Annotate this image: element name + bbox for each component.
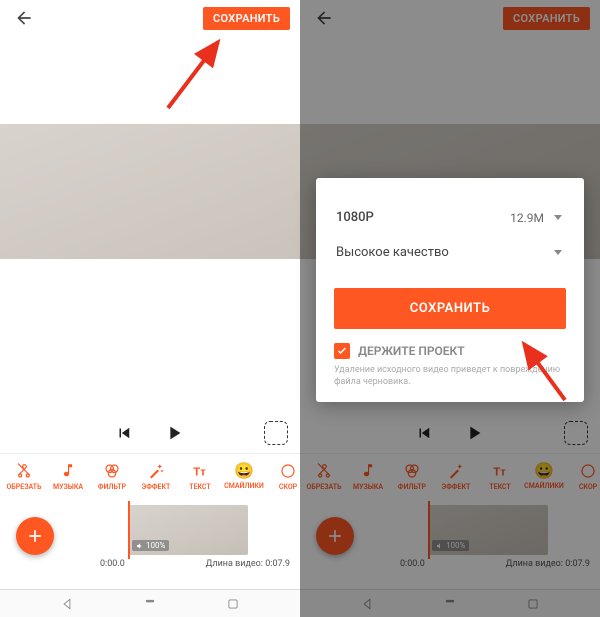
add-button [316,517,354,555]
editor-screen-dialog: СОХРАНИТЬ ОБРЕЗАТЬ МУЗЫКА ФИЛЬТР ЭФФЕКТ … [300,0,600,617]
filter-icon [103,462,121,480]
tool-more[interactable]: СКОР [268,462,300,491]
tool-more: СКОР [568,462,600,491]
back-button[interactable] [10,4,38,32]
text-icon: Tᴛ [491,462,509,480]
timeline[interactable]: 100% 0:00.0 Длина видео: 0:07.9 [0,499,300,589]
save-button[interactable]: СОХРАНИТЬ [203,7,290,30]
file-size: 12.9M [510,211,544,225]
export-dialog: 1080P 12.9M Высокое качество СОХРАНИТЬ Д… [316,178,584,402]
scissors-icon [315,462,333,480]
speaker-icon [136,542,144,550]
keep-project-label: ДЕРЖИТЕ ПРОЕКТ [358,344,465,358]
text-icon: Tᴛ [191,462,209,480]
tool-filter[interactable]: ФИЛЬТР [92,462,132,491]
music-icon [59,462,77,480]
wand-icon [447,462,465,480]
wand-icon [147,462,165,480]
fullscreen-button [564,421,588,445]
playhead[interactable] [128,501,130,559]
android-nav [0,589,300,617]
quality-value: Высокое качество [336,245,449,260]
top-bar: СОХРАНИТЬ [300,0,600,36]
previous-icon [415,424,433,442]
nav-home-icon[interactable] [135,599,165,609]
keep-project-row[interactable]: ДЕРЖИТЕ ПРОЕКТ [334,343,566,359]
music-icon [359,462,377,480]
speed-icon [579,462,597,480]
tool-effect: ЭФФЕКТ [436,462,476,491]
checkbox-checked-icon[interactable] [334,343,350,359]
save-button[interactable]: СОХРАНИТЬ [503,7,590,30]
tool-bar: ОБРЕЗАТЬ МУЗЫКА ФИЛЬТР ЭФФЕКТ TᴛТЕКСТ 😀С… [300,453,600,499]
nav-back-icon[interactable] [360,597,374,611]
svg-text:Tᴛ: Tᴛ [193,466,206,479]
tool-text: TᴛТЕКСТ [480,462,520,491]
clip-thumbnail: 100% [428,505,548,555]
tool-emoji[interactable]: 😀СМАЙЛИКИ [224,463,264,490]
chevron-down-icon [554,250,562,255]
tool-emoji: 😀СМАЙЛИКИ [524,463,564,490]
nav-back-icon[interactable] [60,597,74,611]
tool-trim: ОБРЕЗАТЬ [304,462,344,491]
nav-recent-icon[interactable] [526,597,540,611]
top-bar: СОХРАНИТЬ [0,0,300,36]
quality-row[interactable]: Высокое качество [334,235,566,270]
play-icon [463,422,485,444]
previous-icon[interactable] [115,424,133,442]
play-icon[interactable] [163,422,185,444]
tool-bar: ОБРЕЗАТЬ МУЗЫКА ФИЛЬТР ЭФФЕКТ TᴛТЕКСТ 😀С… [0,453,300,499]
filter-icon [403,462,421,480]
resolution-row[interactable]: 1080P 12.9M [334,200,566,235]
speaker-icon [436,542,444,550]
duration-label: Длина видео: 0:07.9 [206,559,290,569]
android-nav [300,589,600,617]
tool-trim[interactable]: ОБРЕЗАТЬ [4,462,44,491]
editor-screen-main: СОХРАНИТЬ ОБРЕЗАТЬ МУЗЫКА ФИЛЬТР ЭФФЕКТ … [0,0,300,617]
smile-icon: 😀 [234,463,254,479]
playback-controls [300,413,600,453]
time-info: 0:00.0 Длина видео: 0:07.9 [100,559,290,569]
tool-music: МУЗЫКА [348,462,388,491]
time-info: 0:00.0Длина видео: 0:07.9 [400,559,590,569]
video-preview[interactable] [0,124,300,259]
chevron-down-icon [554,215,562,220]
time-current: 0:00.0 [100,559,125,569]
arrow-left-icon [314,8,334,28]
svg-text:Tᴛ: Tᴛ [493,466,506,479]
nav-home-icon[interactable] [435,599,465,609]
back-button[interactable] [310,4,338,32]
tool-text[interactable]: TᴛТЕКСТ [180,462,220,491]
tool-music[interactable]: МУЗЫКА [48,462,88,491]
plus-icon [325,526,345,546]
scissors-icon [15,462,33,480]
nav-recent-icon[interactable] [226,597,240,611]
arrow-left-icon [14,8,34,28]
playback-controls [0,413,300,453]
export-save-button[interactable]: СОХРАНИТЬ [334,288,566,329]
speed-icon [279,462,297,480]
playhead [428,501,430,559]
resolution-value: 1080P [336,210,374,225]
keep-project-note: Удаление исходного видео приведет к повр… [334,365,566,388]
tool-effect[interactable]: ЭФФЕКТ [136,462,176,491]
tool-filter: ФИЛЬТР [392,462,432,491]
fullscreen-button[interactable] [264,421,288,445]
volume-badge: 100% [132,540,169,551]
plus-icon [25,526,45,546]
timeline: 100% 0:00.0Длина видео: 0:07.9 [300,499,600,589]
add-button[interactable] [16,517,54,555]
volume-badge: 100% [432,540,469,551]
clip-thumbnail[interactable]: 100% [128,505,248,555]
smile-icon: 😀 [534,463,554,479]
